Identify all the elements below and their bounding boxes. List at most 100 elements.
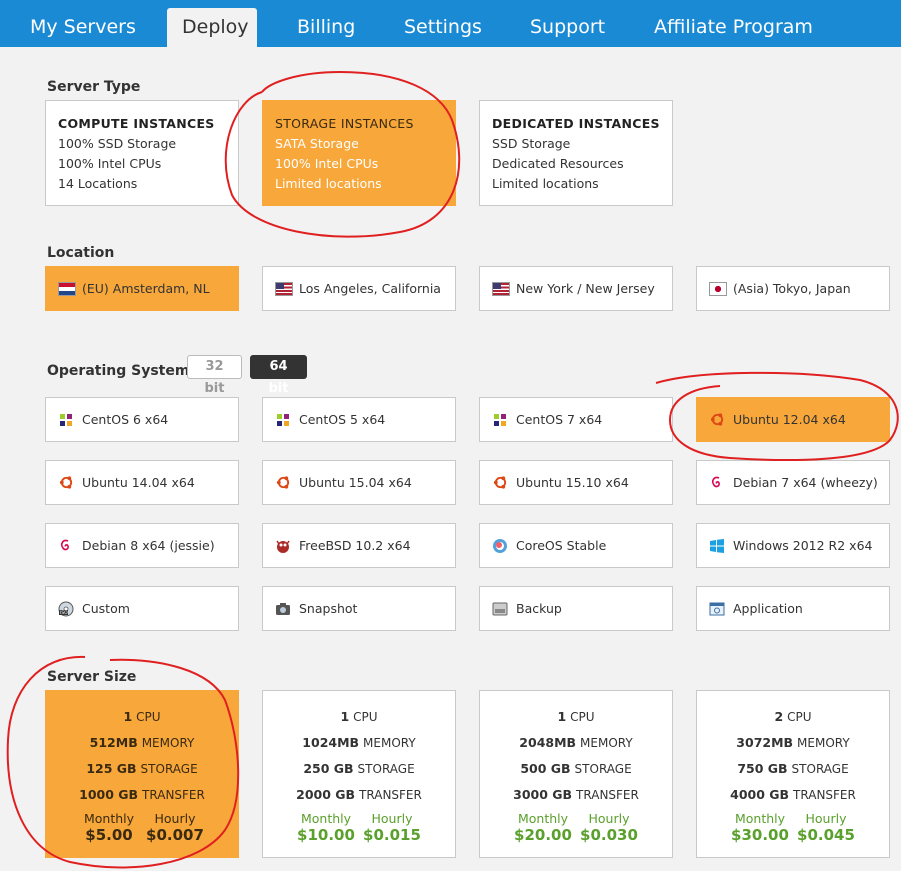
plan-card[interactable]: 1 CPU 512MB MEMORY 125 GB STORAGE 1000 G… (45, 690, 239, 858)
os-windows-2012[interactable]: Windows 2012 R2 x64 (696, 523, 890, 568)
location-tokyo[interactable]: (Asia) Tokyo, Japan (696, 266, 890, 311)
os-backup[interactable]: Backup (479, 586, 673, 631)
os-coreos[interactable]: CoreOS Stable (479, 523, 673, 568)
os-centos-5[interactable]: CentOS 5 x64 (262, 397, 456, 442)
storage-label: STORAGE (791, 762, 849, 776)
server-type-feature: 100% Intel CPUs (58, 156, 162, 171)
debian-icon (709, 475, 725, 491)
location-label: (Asia) Tokyo, Japan (733, 281, 851, 296)
os-label: CentOS 7 x64 (516, 412, 603, 427)
bit-64-toggle[interactable]: 64 bit (250, 355, 307, 396)
top-nav: My Servers Deploy Billing Settings Suppo… (0, 0, 901, 47)
debian-icon (58, 538, 74, 554)
os-label: Windows 2012 R2 x64 (733, 538, 873, 553)
storage-label: STORAGE (574, 762, 632, 776)
plan-storage: 750 GB (737, 761, 788, 776)
location-los-angeles[interactable]: Los Angeles, California (262, 266, 456, 311)
location-label: Los Angeles, California (299, 281, 441, 296)
flag-us-icon (275, 281, 293, 296)
os-centos-6[interactable]: CentOS 6 x64 (45, 397, 239, 442)
tab-settings[interactable]: Settings (389, 8, 497, 47)
tab-support[interactable]: Support (515, 8, 620, 47)
location-amsterdam[interactable]: (EU) Amsterdam, NL (45, 266, 239, 311)
os-label: Debian 8 x64 (jessie) (82, 538, 215, 553)
tab-billing[interactable]: Billing (282, 8, 370, 47)
server-type-name: DEDICATED INSTANCES (492, 116, 660, 131)
memory-label: MEMORY (141, 736, 195, 750)
hourly-price: $0.045 (797, 826, 855, 844)
os-freebsd[interactable]: FreeBSD 10.2 x64 (262, 523, 456, 568)
os-label: Ubuntu 14.04 x64 (82, 475, 195, 490)
server-type-feature: 14 Locations (58, 176, 138, 191)
plan-memory: 512MB (89, 735, 138, 750)
location-new-york[interactable]: New York / New Jersey (479, 266, 673, 311)
server-type-storage-card[interactable]: STORAGE INSTANCES SATA Storage 100% Inte… (262, 100, 456, 206)
hourly-label: Hourly (588, 811, 630, 826)
os-ubuntu-15-10[interactable]: Ubuntu 15.10 x64 (479, 460, 673, 505)
plan-memory: 1024MB (302, 735, 360, 750)
plan-card[interactable]: 1 CPU 2048MB MEMORY 500 GB STORAGE 3000 … (479, 690, 673, 858)
server-type-feature: SATA Storage (275, 136, 359, 151)
server-type-dedicated-card[interactable]: DEDICATED INSTANCES SSD Storage Dedicate… (479, 100, 673, 206)
plan-transfer: 4000 GB (730, 787, 790, 802)
monthly-label: Monthly (300, 811, 352, 826)
cpu-label: CPU (136, 710, 161, 724)
coreos-icon (492, 538, 508, 554)
server-size-title: Server Size (47, 669, 137, 685)
plan-transfer: 3000 GB (513, 787, 573, 802)
server-type-compute-card[interactable]: COMPUTE INSTANCES 100% SSD Storage 100% … (45, 100, 239, 206)
os-label: Ubuntu 15.04 x64 (299, 475, 412, 490)
ubuntu-icon (492, 475, 508, 491)
bit-32-toggle[interactable]: 32 bit (187, 355, 242, 396)
plan-card[interactable]: 2 CPU 3072MB MEMORY 750 GB STORAGE 4000 … (696, 690, 890, 858)
os-label: Snapshot (299, 601, 358, 616)
os-label: Backup (516, 601, 562, 616)
server-type-feature: SSD Storage (492, 136, 571, 151)
centos-icon (492, 412, 508, 428)
os-custom[interactable]: ISO Custom (45, 586, 239, 631)
memory-label: MEMORY (363, 736, 416, 750)
os-centos-7[interactable]: CentOS 7 x64 (479, 397, 673, 442)
windows-icon (709, 538, 725, 554)
os-label: Application (733, 601, 803, 616)
os-label: Ubuntu 15.10 x64 (516, 475, 629, 490)
os-debian-7[interactable]: Debian 7 x64 (wheezy) (696, 460, 890, 505)
monthly-price: $5.00 (85, 826, 133, 844)
freebsd-icon (275, 538, 291, 554)
storage-label: STORAGE (357, 762, 415, 776)
os-ubuntu-15-04[interactable]: Ubuntu 15.04 x64 (262, 460, 456, 505)
location-title: Location (47, 245, 115, 261)
server-type-feature: 100% Intel CPUs (275, 156, 379, 171)
plan-card[interactable]: 1 CPU 1024MB MEMORY 250 GB STORAGE 2000 … (262, 690, 456, 858)
plan-transfer: 2000 GB (296, 787, 356, 802)
cpu-label: CPU (570, 710, 595, 724)
plan-storage: 500 GB (520, 761, 571, 776)
backup-icon (492, 601, 508, 617)
os-debian-8[interactable]: Debian 8 x64 (jessie) (45, 523, 239, 568)
ubuntu-icon (58, 475, 74, 491)
os-application[interactable]: Application (696, 586, 890, 631)
server-type-feature: 100% SSD Storage (58, 136, 177, 151)
tab-affiliate-program[interactable]: Affiliate Program (639, 8, 828, 47)
transfer-label: TRANSFER (576, 788, 639, 802)
centos-icon (58, 412, 74, 428)
os-label: Ubuntu 12.04 x64 (733, 412, 846, 427)
tab-deploy[interactable]: Deploy (167, 8, 257, 47)
flag-nl-icon (58, 281, 76, 296)
plan-memory: 3072MB (736, 735, 794, 750)
os-ubuntu-14-04[interactable]: Ubuntu 14.04 x64 (45, 460, 239, 505)
os-snapshot[interactable]: Snapshot (262, 586, 456, 631)
monthly-label: Monthly (517, 811, 569, 826)
plan-cpu: 1 (340, 709, 350, 724)
os-ubuntu-12-04[interactable]: Ubuntu 12.04 x64 (696, 397, 890, 442)
server-type-feature: Limited locations (275, 176, 382, 191)
transfer-label: TRANSFER (142, 788, 205, 802)
ubuntu-icon (275, 475, 291, 491)
location-label: New York / New Jersey (516, 281, 655, 296)
server-type-feature: Limited locations (492, 176, 599, 191)
plan-transfer: 1000 GB (79, 787, 139, 802)
storage-label: STORAGE (140, 762, 198, 776)
location-label: (EU) Amsterdam, NL (82, 281, 210, 296)
tab-my-servers[interactable]: My Servers (15, 8, 151, 47)
monthly-label: Monthly (83, 811, 135, 826)
